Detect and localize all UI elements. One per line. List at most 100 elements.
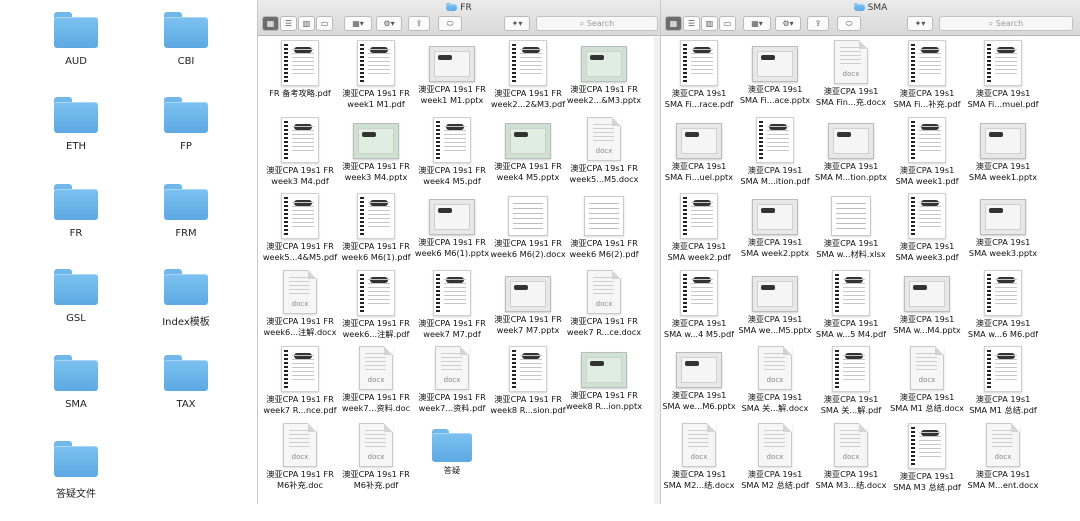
- file-item[interactable]: 澳亚CPA 19s1 FR week2...&M3.pptx: [566, 40, 642, 118]
- file-item[interactable]: 澳亚CPA 19s1 SMA M1 总结.pdf: [965, 346, 1041, 424]
- list-view-button[interactable]: ☰: [280, 16, 297, 31]
- gallery-view-button[interactable]: ▭: [316, 16, 333, 31]
- titlebar[interactable]: FR ▦ ☰ ▥ ▭ ▦▾ ⚙▾ ⇪ ⬭ ✦▾ ⌕ Search: [258, 0, 660, 36]
- action-gear-button[interactable]: ⚙▾: [775, 16, 801, 31]
- desktop-folder[interactable]: ETH: [26, 97, 126, 177]
- file-item[interactable]: 澳亚CPA 19s1 SMA M...ition.pdf: [737, 116, 813, 195]
- file-item[interactable]: docx 澳亚CPA 19s1 FR M6补充.pdf: [338, 422, 414, 501]
- gallery-view-button[interactable]: ▭: [719, 16, 736, 31]
- file-item[interactable]: 澳亚CPA 19s1 SMA Fi...补充.pdf: [889, 40, 965, 118]
- pdf-file-icon: [908, 193, 946, 239]
- desktop-folder[interactable]: 答疑文件: [26, 441, 126, 521]
- desktop-folder[interactable]: TAX: [136, 355, 236, 435]
- file-item[interactable]: 澳亚CPA 19s1 FR week6...注解.pdf: [338, 269, 414, 348]
- file-item[interactable]: docx 澳亚CPA 19s1 FR week5...M5.docx: [566, 116, 642, 195]
- file-item[interactable]: docx 澳亚CPA 19s1 FR week6...注解.docx: [262, 269, 338, 348]
- file-item[interactable]: 澳亚CPA 19s1 FR week6 M6(1).pdf: [338, 193, 414, 271]
- column-view-button[interactable]: ▥: [298, 16, 315, 31]
- file-item[interactable]: 澳亚CPA 19s1 SMA week1.pptx: [965, 117, 1041, 195]
- file-item[interactable]: docx 澳亚CPA 19s1 FR week7...资料.pdf: [414, 346, 490, 424]
- file-item[interactable]: 澳亚CPA 19s1 SMA w...材料.xlsx: [813, 193, 889, 271]
- file-item[interactable]: 澳亚CPA 19s1 FR week7 R...nce.pdf: [262, 346, 338, 424]
- finder-window-sma[interactable]: SMA ▦ ☰ ▥ ▭ ▦▾ ⚙▾ ⇪ ⬭ ✦▾ ⌕ Search 澳亚CPA …: [660, 0, 1080, 504]
- tag-button[interactable]: ⬭: [837, 16, 861, 31]
- desktop-folder[interactable]: FP: [136, 97, 236, 177]
- file-item[interactable]: FR 备考攻略.pdf: [262, 40, 338, 118]
- file-item[interactable]: 澳亚CPA 19s1 FR week8 R...ion.pptx: [566, 346, 642, 424]
- file-item[interactable]: 澳亚CPA 19s1 SMA we...M6.pptx: [661, 346, 737, 424]
- file-item[interactable]: docx 澳亚CPA 19s1 SMA M2...结.docx: [661, 422, 737, 501]
- file-item[interactable]: 澳亚CPA 19s1 SMA Fi...muel.pdf: [965, 40, 1041, 118]
- file-item[interactable]: docx 澳亚CPA 19s1 SMA M1 总结.docx: [889, 346, 965, 424]
- icon-view-button[interactable]: ▦: [665, 16, 682, 31]
- share-button[interactable]: ⇪: [408, 16, 430, 31]
- folder-icon: [164, 184, 208, 220]
- file-item[interactable]: 澳亚CPA 19s1 SMA week2.pptx: [737, 193, 813, 271]
- file-item[interactable]: 澳亚CPA 19s1 FR week6 M6(1).pptx: [414, 193, 490, 271]
- share-button[interactable]: ⇪: [807, 16, 829, 31]
- file-item[interactable]: 澳亚CPA 19s1 FR week4 M5.pptx: [490, 117, 566, 195]
- file-item[interactable]: 澳亚CPA 19s1 SMA w...4 M5.pdf: [661, 269, 737, 348]
- file-item[interactable]: 澳亚CPA 19s1 FR week1 M1.pptx: [414, 40, 490, 118]
- file-item[interactable]: 澳亚CPA 19s1 FR week3 M4.pptx: [338, 117, 414, 195]
- file-item[interactable]: 澳亚CPA 19s1 FR week1 M1.pdf: [338, 40, 414, 118]
- file-item[interactable]: 澳亚CPA 19s1 SMA M3 总结.pdf: [889, 422, 965, 501]
- file-item[interactable]: docx 澳亚CPA 19s1 FR M6补充.doc: [262, 422, 338, 501]
- file-item[interactable]: 澳亚CPA 19s1 SMA Fi...ace.pptx: [737, 40, 813, 118]
- desktop-folder[interactable]: FR: [26, 184, 126, 264]
- file-item[interactable]: docx 澳亚CPA 19s1 SMA 关...解.docx: [737, 346, 813, 424]
- column-view-button[interactable]: ▥: [701, 16, 718, 31]
- file-item[interactable]: 澳亚CPA 19s1 SMA w...M4.pptx: [889, 270, 965, 348]
- arrange-button[interactable]: ▦▾: [344, 16, 372, 31]
- finder-window-fr[interactable]: FR ▦ ☰ ▥ ▭ ▦▾ ⚙▾ ⇪ ⬭ ✦▾ ⌕ Search FR 备考攻略…: [257, 0, 660, 504]
- desktop-folder[interactable]: SMA: [26, 355, 126, 435]
- file-item[interactable]: docx 澳亚CPA 19s1 FR week7...资料.doc: [338, 346, 414, 424]
- desktop-folder[interactable]: Index模板: [136, 269, 236, 349]
- pdf-file-icon: [509, 40, 547, 86]
- file-item[interactable]: 澳亚CPA 19s1 FR week8 R...sion.pdf: [490, 346, 566, 424]
- file-item[interactable]: 澳亚CPA 19s1 FR week3 M4.pdf: [262, 116, 338, 195]
- desktop-folder[interactable]: CBI: [136, 12, 236, 92]
- file-item[interactable]: 澳亚CPA 19s1 SMA week3.pptx: [965, 193, 1041, 271]
- search-field[interactable]: ⌕ Search: [939, 16, 1073, 31]
- file-item[interactable]: 澳亚CPA 19s1 SMA w...6 M6.pdf: [965, 269, 1041, 348]
- file-item[interactable]: 澳亚CPA 19s1 SMA w...5 M4.pdf: [813, 269, 889, 348]
- file-name-label: 澳亚CPA 19s1 FR week7 R...nce.pdf: [263, 394, 337, 415]
- dropbox-button[interactable]: ✦▾: [504, 16, 530, 31]
- file-item[interactable]: 澳亚CPA 19s1 FR week5...4&M5.pdf: [262, 193, 338, 271]
- file-item[interactable]: docx 澳亚CPA 19s1 SMA M...ent.docx: [965, 422, 1041, 501]
- file-item[interactable]: docx 澳亚CPA 19s1 FR week7 R...ce.docx: [566, 269, 642, 348]
- dropbox-button[interactable]: ✦▾: [907, 16, 933, 31]
- file-item[interactable]: 澳亚CPA 19s1 SMA week2.pdf: [661, 193, 737, 271]
- arrange-button[interactable]: ▦▾: [743, 16, 771, 31]
- folder-item[interactable]: 答疑: [414, 423, 490, 501]
- action-gear-button[interactable]: ⚙▾: [376, 16, 402, 31]
- file-item[interactable]: docx 澳亚CPA 19s1 SMA M2 总结.pdf: [737, 422, 813, 501]
- folder-icon: [54, 97, 98, 133]
- file-item[interactable]: 澳亚CPA 19s1 SMA we...M5.pptx: [737, 270, 813, 348]
- titlebar[interactable]: SMA ▦ ☰ ▥ ▭ ▦▾ ⚙▾ ⇪ ⬭ ✦▾ ⌕ Search: [661, 0, 1080, 36]
- desktop-folder[interactable]: AUD: [26, 12, 126, 92]
- file-item[interactable]: 澳亚CPA 19s1 SMA M...tion.pptx: [813, 117, 889, 195]
- file-item[interactable]: docx 澳亚CPA 19s1 SMA Fin...充.docx: [813, 40, 889, 118]
- desktop-folder[interactable]: FRM: [136, 184, 236, 264]
- file-item[interactable]: 澳亚CPA 19s1 FR week6 M6(2).pdf: [566, 193, 642, 271]
- file-item[interactable]: 澳亚CPA 19s1 SMA 关...解.pdf: [813, 346, 889, 424]
- tag-button[interactable]: ⬭: [438, 16, 462, 31]
- file-name-label: 澳亚CPA 19s1 SMA M1 总结.pdf: [969, 394, 1037, 415]
- file-item[interactable]: 澳亚CPA 19s1 FR week7 M7.pptx: [490, 270, 566, 348]
- file-item[interactable]: 澳亚CPA 19s1 FR week6 M6(2).docx: [490, 193, 566, 271]
- file-item[interactable]: 澳亚CPA 19s1 FR week2...2&M3.pdf: [490, 40, 566, 118]
- file-item[interactable]: 澳亚CPA 19s1 SMA Fi...race.pdf: [661, 40, 737, 118]
- slides-file-icon: [676, 352, 722, 388]
- file-item[interactable]: docx 澳亚CPA 19s1 SMA M3...结.docx: [813, 422, 889, 501]
- file-item[interactable]: 澳亚CPA 19s1 SMA week1.pdf: [889, 116, 965, 195]
- file-item[interactable]: 澳亚CPA 19s1 SMA week3.pdf: [889, 193, 965, 271]
- icon-view-button[interactable]: ▦: [262, 16, 279, 31]
- search-field[interactable]: ⌕ Search: [536, 16, 658, 31]
- file-item[interactable]: 澳亚CPA 19s1 SMA Fi...uel.pptx: [661, 117, 737, 195]
- file-item[interactable]: 澳亚CPA 19s1 FR week7 M7.pdf: [414, 269, 490, 348]
- file-item[interactable]: 澳亚CPA 19s1 FR week4 M5.pdf: [414, 116, 490, 195]
- desktop-folder[interactable]: GSL: [26, 269, 126, 349]
- list-view-button[interactable]: ☰: [683, 16, 700, 31]
